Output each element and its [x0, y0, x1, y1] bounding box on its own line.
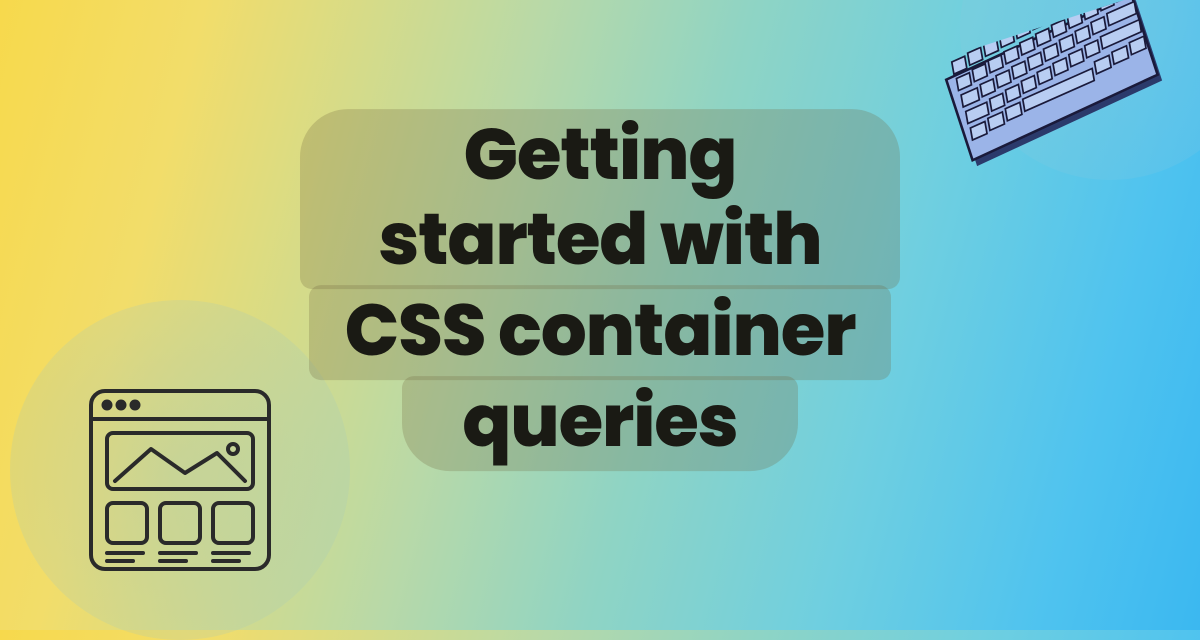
title-line-1: Getting started with — [300, 109, 900, 289]
title-line-3: queries — [402, 376, 797, 471]
title-line-2: CSS container — [309, 285, 892, 380]
browser-window-icon — [85, 385, 275, 575]
hero-title-container: Getting started with CSS container queri… — [300, 109, 900, 471]
browser-window-svg — [85, 385, 275, 575]
hero-title: Getting started with CSS container queri… — [300, 109, 900, 471]
